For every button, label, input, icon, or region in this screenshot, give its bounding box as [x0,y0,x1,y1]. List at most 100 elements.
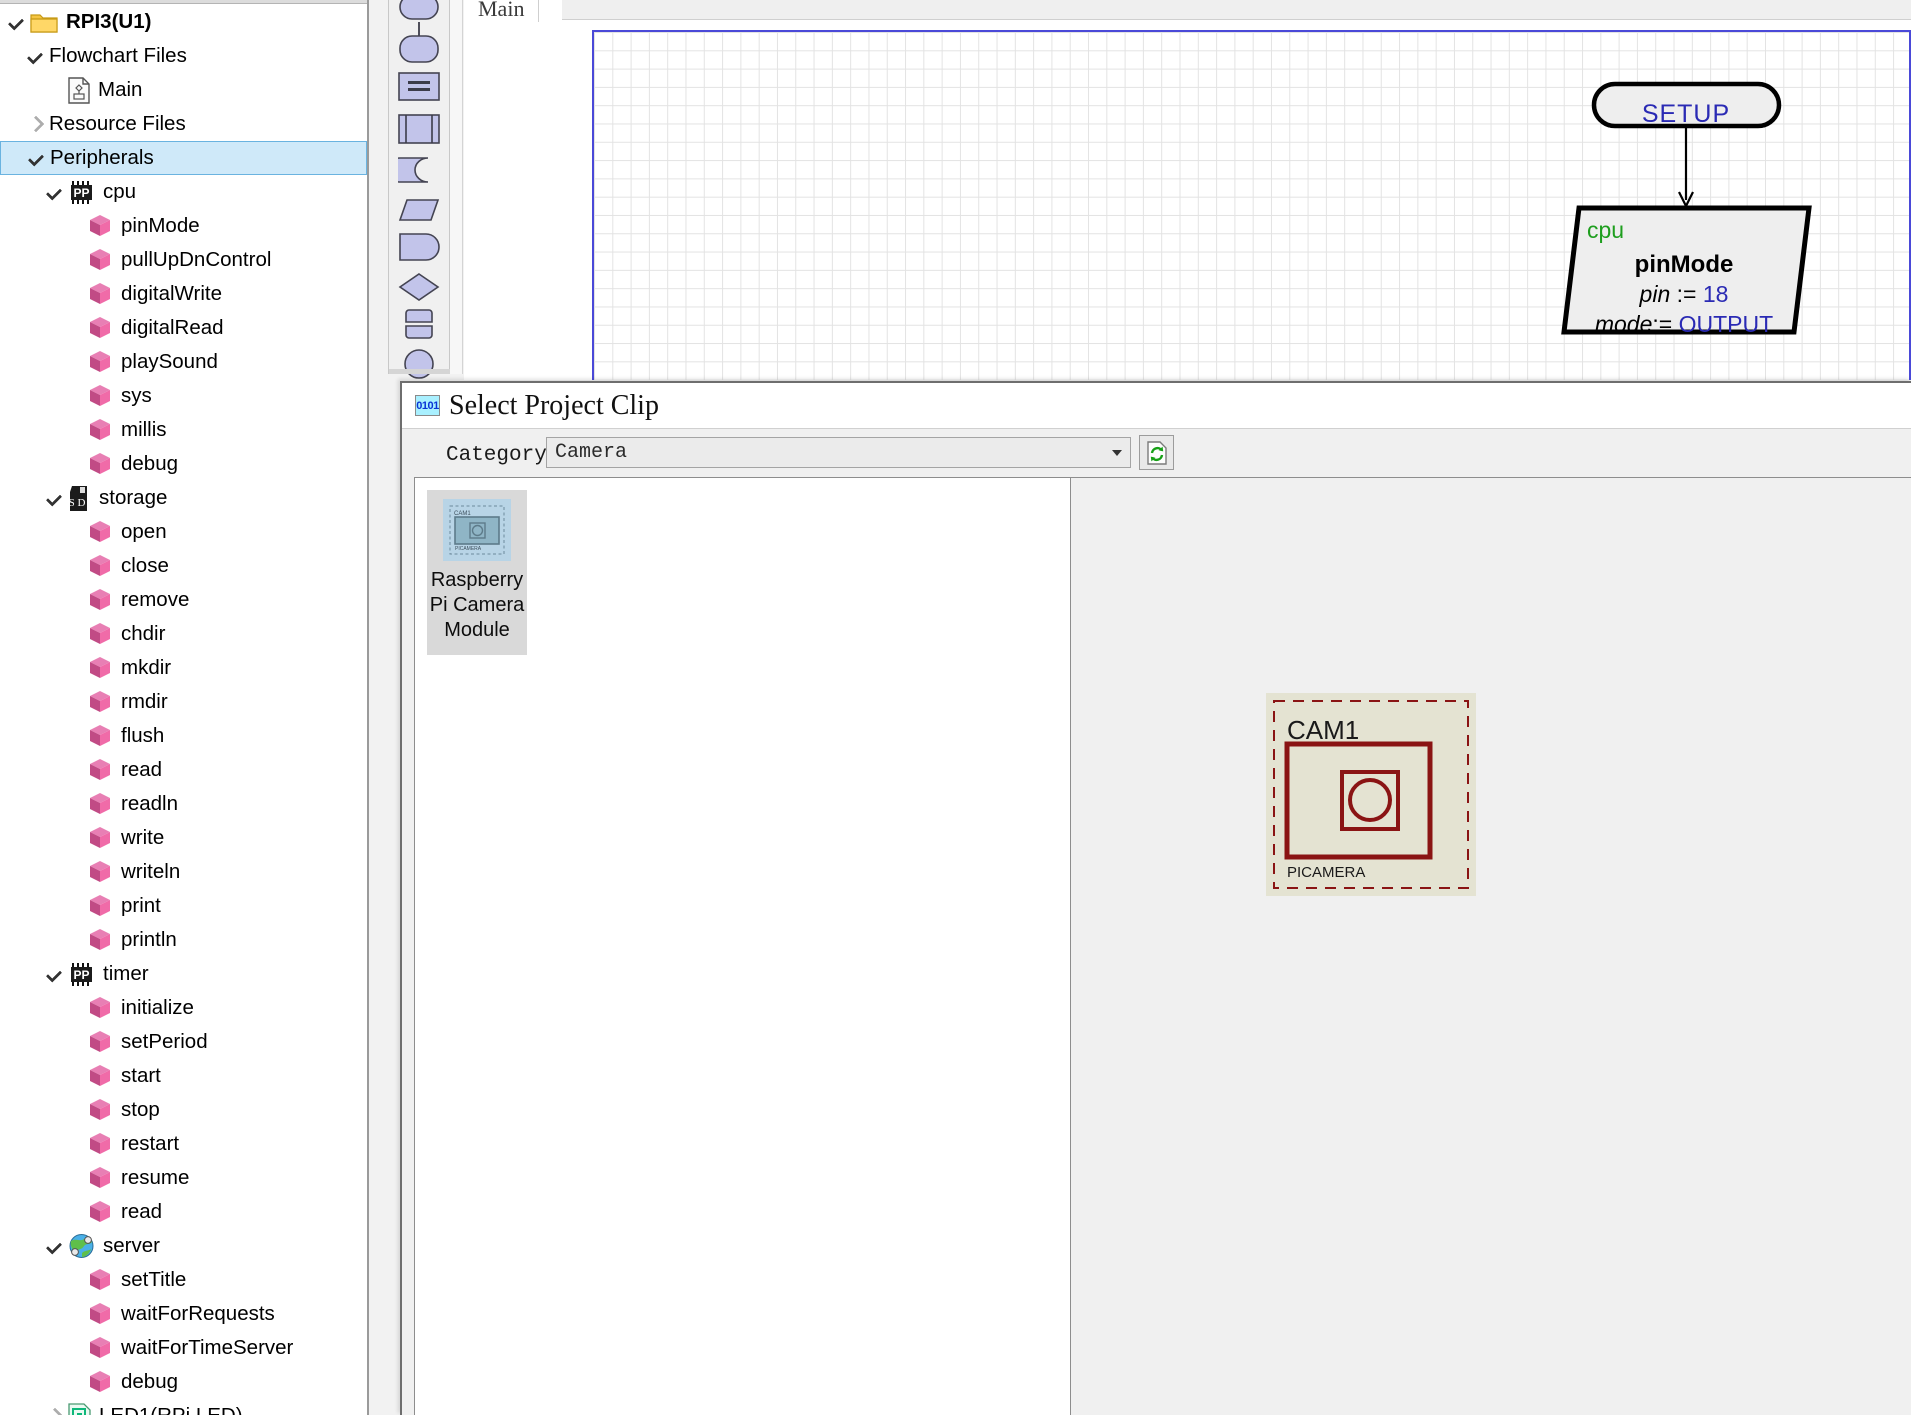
camera-module-preview-icon: CAM1 PICAMERA [1273,700,1469,889]
flowchart-node-pinmode[interactable]: cpu pinMode pin := 18 mode:= OUTPUT [1561,205,1812,337]
tree-item-flush[interactable]: flush [0,719,367,753]
tree-item-start[interactable]: start [0,1059,367,1093]
project-tree[interactable]: RPI3(U1) Flowchart Files Main Resource Fil… [0,5,367,1415]
tree-item-rmdir[interactable]: rmdir [0,685,367,719]
chevron-down-icon[interactable] [44,488,65,509]
tree-item-pullupdncontrol[interactable]: pullUpDnControl [0,243,367,277]
tree-item-digitalwrite[interactable]: digitalWrite [0,277,367,311]
tree-item-resource-files[interactable]: Resource Files [0,107,367,141]
tree-item-waitfortimeserver[interactable]: waitForTimeServer [0,1331,367,1365]
tree-item-label: chdir [121,621,166,645]
tree-item-millis[interactable]: millis [0,413,367,447]
decision-shape-tool[interactable] [398,272,440,302]
tree-item-label: Peripherals [50,145,154,169]
tree-item-read[interactable]: read [0,1195,367,1229]
tree-item-readln[interactable]: readln [0,787,367,821]
tree-item-timer[interactable]: PP timer [0,957,367,991]
tree-item-settitle[interactable]: setTitle [0,1263,367,1297]
method-cube-icon [87,757,113,783]
chevron-right-icon[interactable] [44,1406,65,1415]
method-cube-icon [87,995,113,1021]
dialog-titlebar: 0101 Select Project Clip [402,383,1911,429]
tab-strip-background [562,0,1911,20]
chevron-down-icon[interactable] [6,12,27,33]
refresh-button[interactable] [1139,435,1174,470]
tree-item-playsound[interactable]: playSound [0,345,367,379]
chevron-down-icon[interactable] [25,46,46,67]
tree-item-storage[interactable]: S D storage [0,481,367,515]
flowchart-node-setup[interactable]: SETUP [1591,81,1782,129]
tree-item-resume[interactable]: resume [0,1161,367,1195]
tree-item-writeln[interactable]: writeln [0,855,367,889]
tab-main[interactable]: Main [464,0,540,22]
method-cube-icon [87,1267,113,1293]
svg-text:PP: PP [73,186,89,200]
chip-icon: PP [68,962,95,987]
tree-item-read[interactable]: read [0,753,367,787]
tree-item-waitforrequests[interactable]: waitForRequests [0,1297,367,1331]
chevron-right-icon[interactable] [25,114,46,135]
method-cube-icon [87,349,113,375]
parallelogram-shape-tool[interactable] [398,198,440,222]
circle-connector-tool[interactable] [403,348,435,380]
loop-shape-tool[interactable] [404,308,434,340]
tree-item-setperiod[interactable]: setPeriod [0,1025,367,1059]
chevron-down-icon[interactable] [44,1236,65,1257]
tree-item-label: open [121,519,167,543]
flowchart-shape-palette[interactable] [388,0,451,379]
category-select[interactable]: Camera [546,437,1131,468]
tree-item-server[interactable]: server [0,1229,367,1263]
tree-item-label: millis [121,417,167,441]
method-cube-icon [87,1301,113,1327]
chevron-down-icon[interactable] [44,182,65,203]
tree-item-pinmode[interactable]: pinMode [0,209,367,243]
chevron-down-icon[interactable] [44,964,65,985]
assignment-shape-tool[interactable] [398,72,440,101]
tree-item-initialize[interactable]: initialize [0,991,367,1025]
select-project-clip-dialog[interactable]: 0101 Select Project Clip Category: Camer… [400,381,1911,1415]
tree-item-sys[interactable]: sys [0,379,367,413]
chevron-down-icon[interactable] [26,148,47,169]
tree-item-print[interactable]: print [0,889,367,923]
tree-item-write[interactable]: write [0,821,367,855]
connector-shape-tool[interactable] [399,22,439,64]
svg-text:PICAMERA: PICAMERA [1287,864,1365,881]
display-shape-tool[interactable] [398,232,440,262]
method-cube-icon [87,927,113,953]
tree-item-remove[interactable]: remove [0,583,367,617]
clip-thumbnail: CAM1 PICAMERA [443,499,511,561]
tree-item-restart[interactable]: restart [0,1127,367,1161]
tree-item-stop[interactable]: stop [0,1093,367,1127]
tree-item-label: read [121,1199,163,1223]
tree-item-debug[interactable]: debug [0,1365,367,1399]
tree-item-label: debug [121,451,179,475]
delay-shape-tool[interactable] [398,156,440,184]
tree-item-peripherals[interactable]: Peripherals [0,141,367,175]
tree-item-main[interactable]: Main [0,73,367,107]
tree-item-label: read [121,757,163,781]
tree-item-cpu[interactable]: PP cpu [0,175,367,209]
clip-list[interactable]: CAM1 PICAMERA Raspberry Pi Camera Module [414,477,1082,1415]
tree-item-flowchart-files[interactable]: Flowchart Files [0,39,367,73]
flowchart-canvas[interactable]: SETUP cpu pinMode pin := 18 mode:= OUTPU… [592,30,1911,380]
clip-item-raspberry-pi-camera-module[interactable]: CAM1 PICAMERA Raspberry Pi Camera Module [427,490,527,655]
tree-item-led1-rpi-led[interactable]: LED1(RPi LED) [0,1399,367,1415]
tree-item-mkdir[interactable]: mkdir [0,651,367,685]
tree-item-rpi3-u1[interactable]: RPI3(U1) [0,5,367,39]
tree-item-digitalread[interactable]: digitalRead [0,311,367,345]
tree-item-chdir[interactable]: chdir [0,617,367,651]
tree-item-label: playSound [121,349,218,373]
tree-item-label: sys [121,383,152,407]
tree-item-open[interactable]: open [0,515,367,549]
tree-item-println[interactable]: println [0,923,367,957]
method-cube-icon [87,791,113,817]
clip-caption: Raspberry Pi Camera Module [429,569,525,641]
tree-item-close[interactable]: close [0,549,367,583]
tree-item-debug[interactable]: debug [0,447,367,481]
project-explorer-panel[interactable]: RPI3(U1) Flowchart Files Main Resource Fil… [0,0,369,1415]
terminal-shape-tool[interactable] [399,0,439,20]
method-cube-icon [87,587,113,613]
subroutine-shape-tool[interactable] [398,114,440,144]
